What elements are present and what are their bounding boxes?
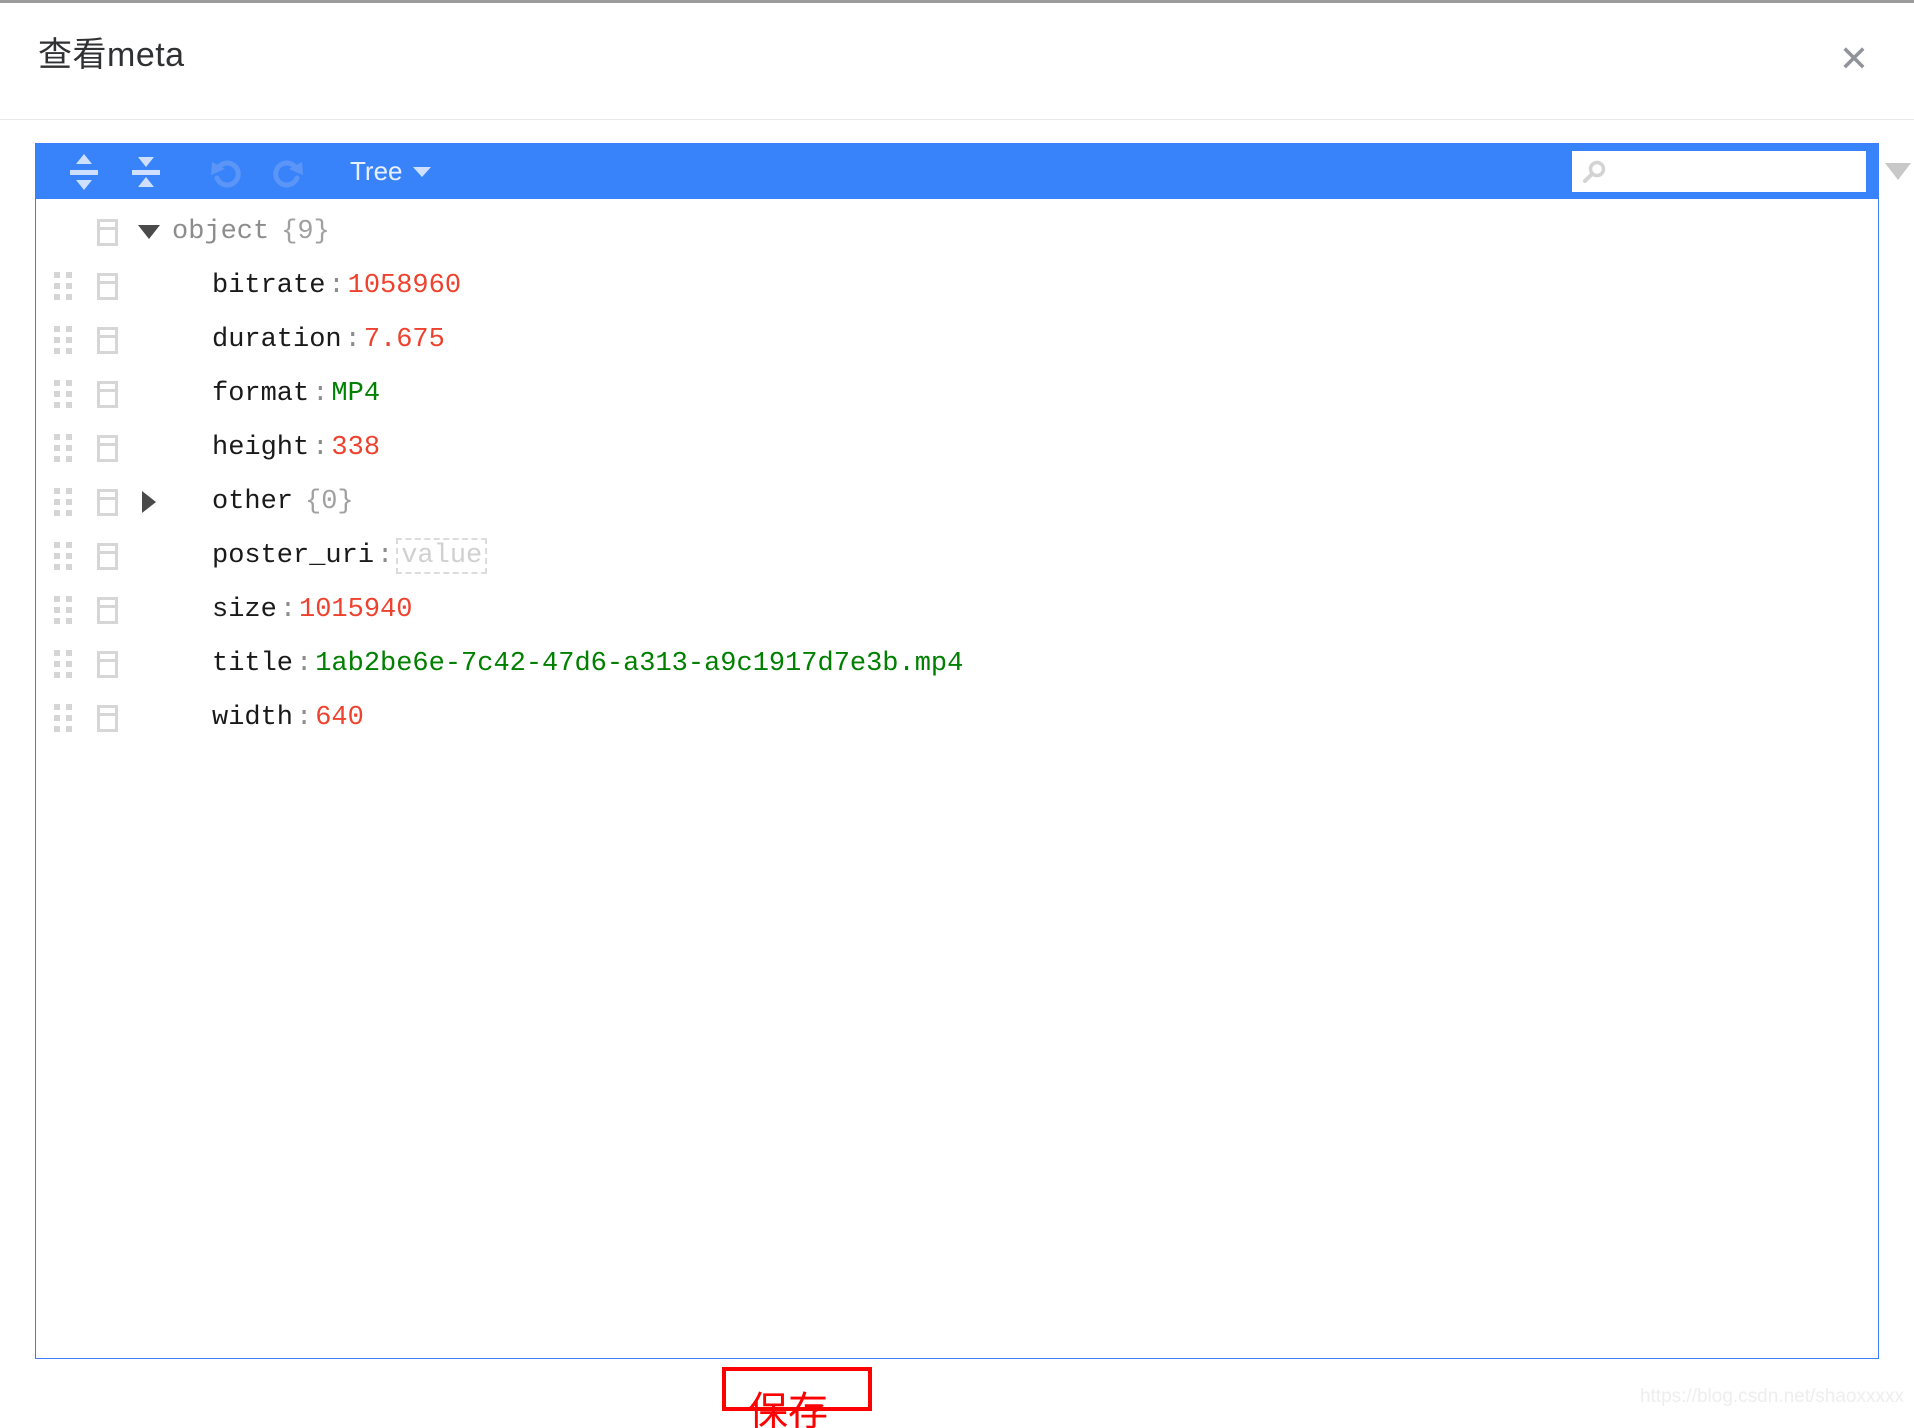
expand-caret-icon[interactable] <box>126 491 172 513</box>
tree-key[interactable]: width <box>212 703 293 733</box>
row-menu-icon[interactable] <box>88 323 126 357</box>
drag-handle-icon[interactable] <box>46 269 80 303</box>
tree-key[interactable]: bitrate <box>212 271 325 301</box>
search-input[interactable] <box>1608 151 1885 192</box>
tree-value[interactable]: value <box>396 538 488 574</box>
tree-value[interactable]: 1015940 <box>299 595 412 625</box>
drag-handle-icon[interactable] <box>46 431 80 465</box>
drag-handle-icon[interactable] <box>46 323 80 357</box>
tree-value[interactable]: 338 <box>331 433 380 463</box>
meta-dialog: 查看meta ✕ Tree object {9} bitrate: 10589… <box>0 0 1914 1428</box>
tree-row[interactable]: bitrate:1058960 <box>36 259 1878 313</box>
row-menu-icon[interactable] <box>88 269 126 303</box>
drag-handle-icon[interactable] <box>46 593 80 627</box>
drag-handle-icon[interactable] <box>46 701 80 735</box>
tree-separator: : <box>344 325 361 355</box>
search-box[interactable] <box>1572 151 1911 192</box>
tree-value[interactable]: 640 <box>315 703 364 733</box>
tree-key[interactable]: duration <box>212 325 342 355</box>
undo-icon[interactable] <box>200 151 252 193</box>
row-menu-icon[interactable] <box>88 647 126 681</box>
save-button[interactable]: 保存 <box>748 1390 828 1428</box>
tree-key[interactable]: poster_uri <box>212 541 374 571</box>
tree-row[interactable]: height:338 <box>36 421 1878 475</box>
collapse-all-icon[interactable] <box>120 151 172 193</box>
tree-separator: : <box>377 541 394 571</box>
tree-key[interactable]: height <box>212 433 309 463</box>
tree-value[interactable]: MP4 <box>331 379 380 409</box>
tree-key[interactable]: other <box>212 487 293 517</box>
tree-row[interactable]: poster_uri: value <box>36 529 1878 583</box>
tree-separator: : <box>328 271 345 301</box>
tree-separator: : <box>279 595 297 625</box>
tree-key[interactable]: format <box>212 379 309 409</box>
row-menu-icon[interactable] <box>88 431 126 465</box>
dialog-footer: 保存 https://blog.csdn.net/shaoxxxxx <box>0 1367 1914 1428</box>
tree-value[interactable]: 7.675 <box>364 325 445 355</box>
row-menu-icon[interactable] <box>88 701 126 735</box>
tree-row[interactable]: width:640 <box>36 691 1878 745</box>
tree-row[interactable]: other {0} <box>36 475 1878 529</box>
row-menu-icon[interactable] <box>88 485 126 519</box>
row-menu-icon[interactable] <box>88 377 126 411</box>
row-menu-icon[interactable] <box>88 539 126 573</box>
mode-label: Tree <box>350 156 403 186</box>
dialog-header: 查看meta ✕ <box>0 3 1914 120</box>
tree-row-root[interactable]: object {9} <box>36 205 1878 259</box>
triangle-down-icon[interactable] <box>1885 163 1911 180</box>
drag-handle-icon[interactable] <box>46 485 80 519</box>
tree-separator: : <box>296 703 313 733</box>
expand-caret-icon[interactable] <box>126 225 172 239</box>
redo-icon[interactable] <box>262 151 314 193</box>
chevron-down-icon <box>412 166 431 177</box>
page-title: 查看meta <box>38 36 185 74</box>
tree-key[interactable]: title <box>212 649 293 679</box>
tree-row[interactable]: title:1ab2be6e-7c42-47d6-a313-a9c1917d7e… <box>36 637 1878 691</box>
drag-handle-icon[interactable] <box>46 539 80 573</box>
tree-row[interactable]: format: MP4 <box>36 367 1878 421</box>
json-editor-panel: Tree object {9} bitrate: 1058960 durati… <box>35 143 1911 1359</box>
tree-separator: : <box>312 379 329 409</box>
search-nav <box>1885 163 1914 180</box>
search-icon <box>1582 159 1608 185</box>
drag-handle-icon[interactable] <box>46 377 80 411</box>
watermark: https://blog.csdn.net/shaoxxxxx <box>1639 1386 1904 1407</box>
tree-rows: bitrate:1058960 duration:7.675 format: MP4 h… <box>36 259 1878 745</box>
drag-handle-icon[interactable] <box>46 647 80 681</box>
json-tree: object {9} bitrate:1058960 duration:7.675… <box>36 199 1878 1358</box>
tree-row[interactable]: duration:7.675 <box>36 313 1878 367</box>
tree-row[interactable]: size:1015940 <box>36 583 1878 637</box>
tree-key[interactable]: size <box>212 595 277 625</box>
root-label: object <box>172 217 270 247</box>
tree-count: {0} <box>305 487 354 517</box>
tree-separator: : <box>312 433 329 463</box>
root-count: {9} <box>281 217 330 247</box>
row-menu-icon[interactable] <box>88 215 126 249</box>
close-icon[interactable]: ✕ <box>1826 31 1882 87</box>
expand-all-icon[interactable] <box>58 151 110 193</box>
tree-separator: : <box>296 649 313 679</box>
row-menu-icon[interactable] <box>88 593 126 627</box>
tree-value[interactable]: 1058960 <box>348 271 461 301</box>
editor-toolbar: Tree <box>36 144 1911 199</box>
mode-dropdown[interactable]: Tree <box>344 151 437 193</box>
tree-value[interactable]: 1ab2be6e-7c42-47d6-a313-a9c1917d7e3b.mp4 <box>315 649 963 679</box>
